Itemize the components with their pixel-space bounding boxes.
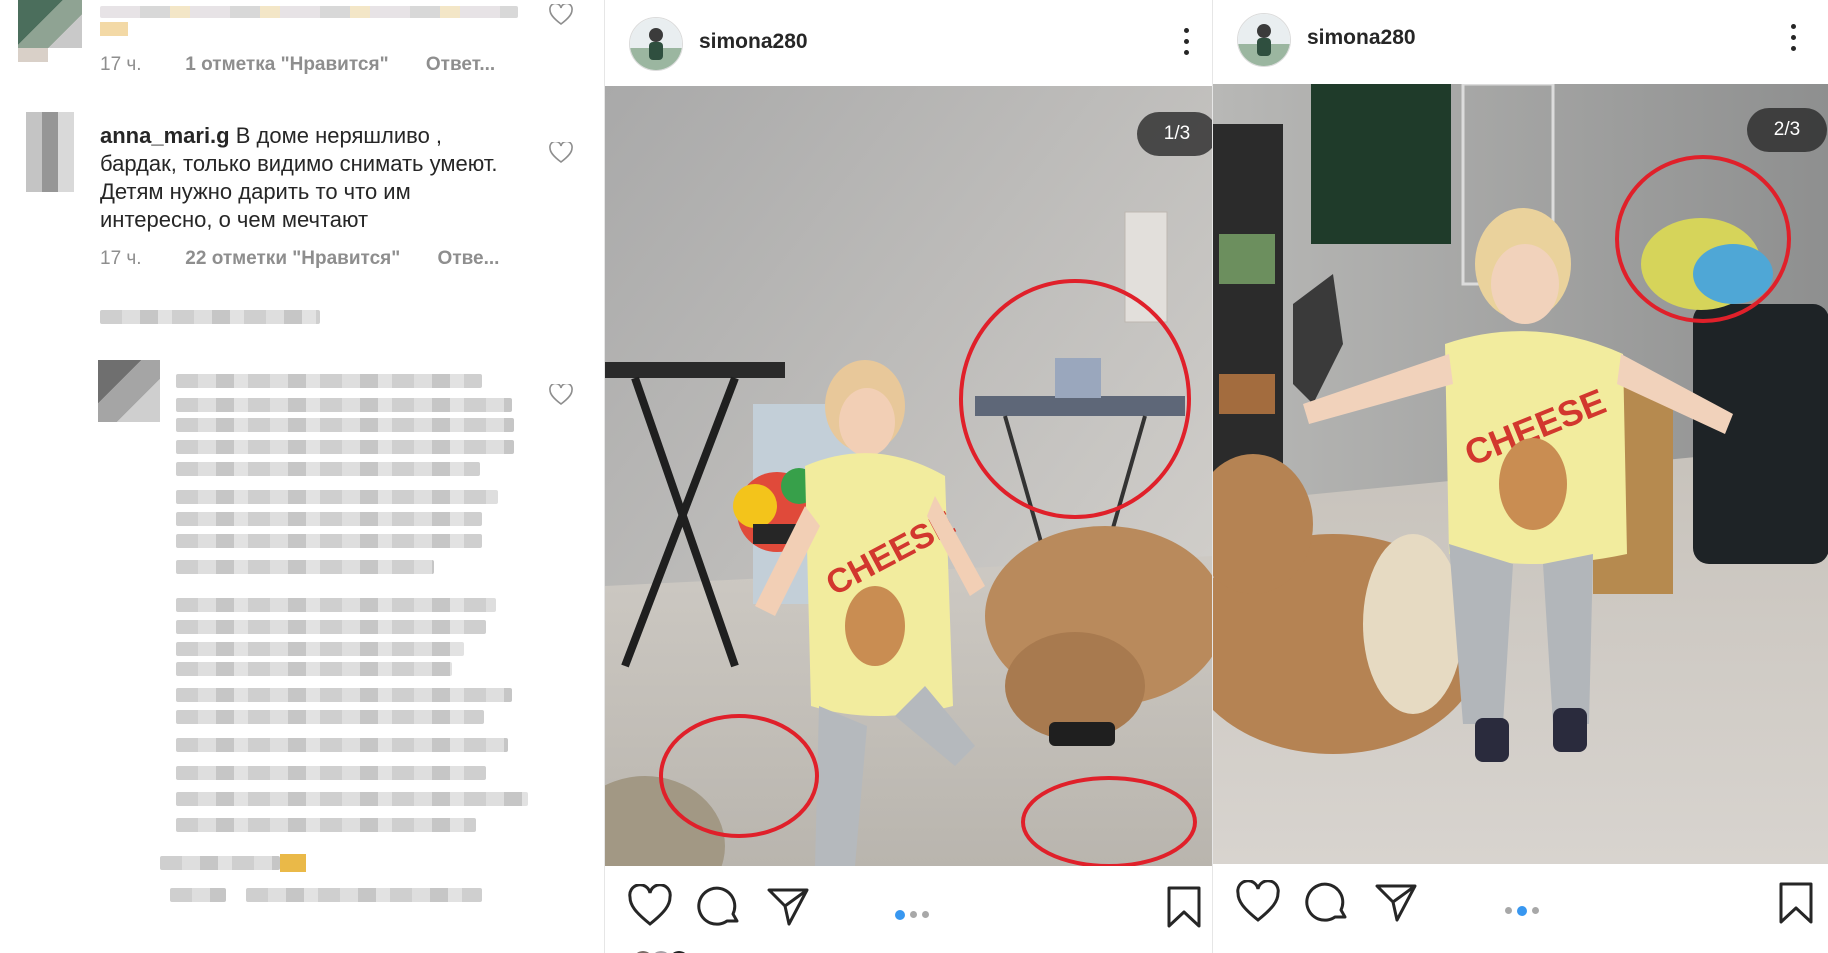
liked-by-avatars[interactable] bbox=[631, 946, 711, 953]
commenter-avatar-blurred[interactable] bbox=[10, 112, 82, 192]
profile-avatar[interactable] bbox=[629, 17, 683, 71]
post-photo[interactable]: CHEESE 2/3 bbox=[1213, 84, 1828, 864]
blurred-view-replies[interactable] bbox=[100, 310, 320, 324]
share-icon[interactable] bbox=[1373, 880, 1419, 926]
blurred-emoji bbox=[100, 22, 128, 36]
post-username[interactable]: simona280 bbox=[699, 30, 808, 54]
carousel-indicator bbox=[1505, 902, 1544, 916]
like-heart-icon[interactable] bbox=[1235, 880, 1281, 926]
comment-meta-2: 17 ч. 22 отметки "Нравится" Отве... bbox=[100, 248, 499, 270]
like-comment-heart-icon[interactable] bbox=[549, 384, 573, 406]
post-header: simona280 bbox=[605, 0, 1213, 84]
comment-body: anna_mari.g В доме неряшливо , бардак, т… bbox=[100, 122, 520, 234]
commenter-avatar-blurred[interactable] bbox=[18, 0, 82, 48]
comment-icon[interactable] bbox=[697, 884, 743, 930]
post-header: simona280 bbox=[1213, 0, 1828, 84]
comments-panel: 17 ч. 1 отметка "Нравится" Ответ... anna… bbox=[0, 0, 604, 953]
photo-scene: CHEESE bbox=[605, 86, 1213, 866]
comment-likes-link[interactable]: 1 отметка "Нравится" bbox=[185, 54, 388, 76]
comment-time: 17 ч. bbox=[100, 54, 142, 75]
post-username[interactable]: simona280 bbox=[1307, 26, 1416, 50]
carousel-indicator bbox=[895, 906, 934, 920]
comment-time: 17 ч. bbox=[100, 248, 142, 269]
more-options-icon[interactable] bbox=[1790, 24, 1798, 54]
profile-avatar[interactable] bbox=[1237, 13, 1291, 67]
bookmark-icon[interactable] bbox=[1773, 880, 1819, 926]
reply-link[interactable]: Отве... bbox=[438, 248, 500, 270]
blurred-comment-text bbox=[100, 6, 518, 18]
post-1: simona280 CHEESE 1/3 bbox=[604, 0, 1213, 953]
like-heart-icon[interactable] bbox=[627, 884, 673, 930]
share-icon[interactable] bbox=[765, 884, 811, 930]
comment-likes-link[interactable]: 22 отметки "Нравится" bbox=[185, 248, 400, 270]
carousel-counter: 2/3 bbox=[1747, 108, 1827, 152]
comment-meta-1: 17 ч. 1 отметка "Нравится" Ответ... bbox=[100, 54, 495, 76]
more-options-icon[interactable] bbox=[1183, 28, 1191, 58]
comment-icon[interactable] bbox=[1305, 880, 1351, 926]
bookmark-icon[interactable] bbox=[1161, 884, 1207, 930]
post-action-bar bbox=[605, 866, 1213, 953]
reply-link[interactable]: Ответ... bbox=[426, 54, 495, 76]
photo-scene: CHEESE bbox=[1213, 84, 1828, 864]
liked-by-avatars[interactable] bbox=[1241, 946, 1321, 953]
like-comment-heart-icon[interactable] bbox=[549, 4, 573, 26]
comment-username[interactable]: anna_mari.g bbox=[100, 123, 230, 148]
like-comment-heart-icon[interactable] bbox=[549, 142, 573, 164]
post-2: simona280 CHEESE 2/3 bbox=[1212, 0, 1828, 953]
post-photo[interactable]: CHEESE 1/3 bbox=[605, 86, 1213, 866]
commenter-avatar-blurred[interactable] bbox=[98, 360, 160, 422]
post-action-bar bbox=[1213, 864, 1828, 953]
carousel-counter: 1/3 bbox=[1137, 112, 1213, 156]
blurred-avatar-fragment bbox=[18, 48, 48, 62]
